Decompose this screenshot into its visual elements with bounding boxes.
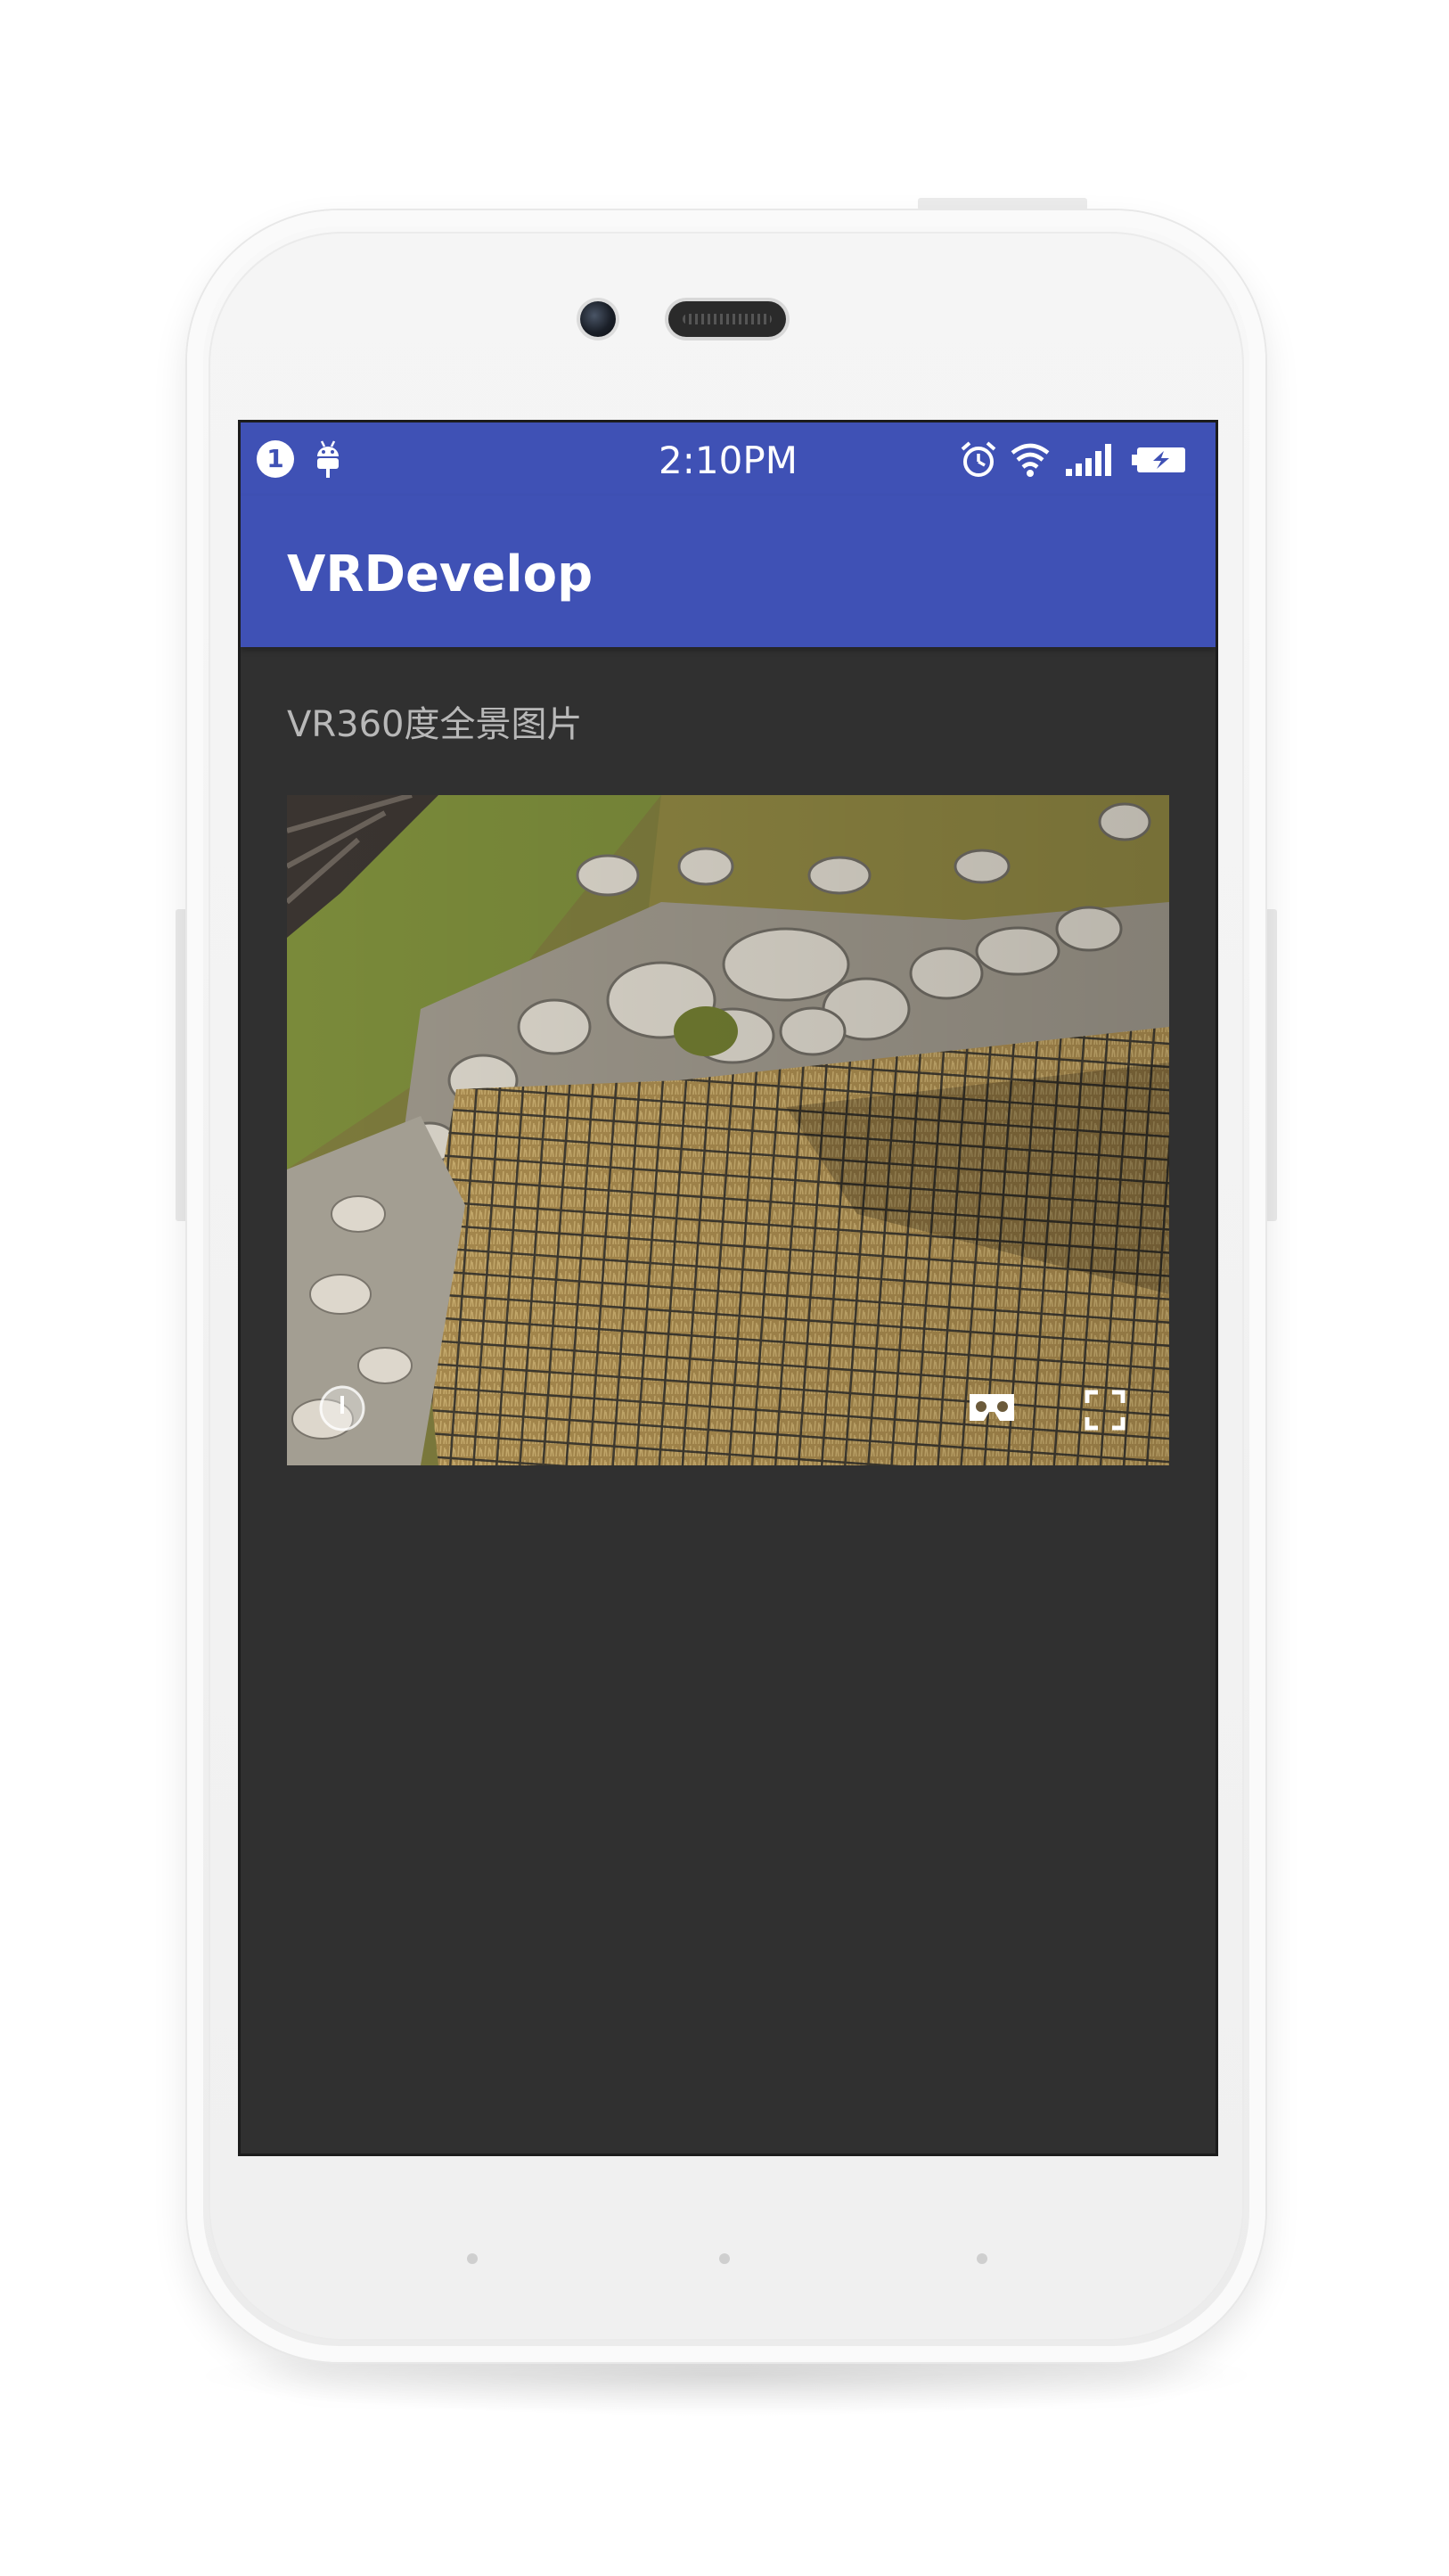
app-title: VRDevelop bbox=[287, 546, 594, 603]
status-bar: 1 2:10PM bbox=[241, 422, 1216, 496]
volume-button bbox=[176, 909, 188, 1221]
battery-charging-icon bbox=[1132, 447, 1185, 472]
cardboard-icon[interactable] bbox=[966, 1389, 1018, 1428]
nav-back-dot[interactable] bbox=[467, 2253, 478, 2264]
panorama-image bbox=[287, 795, 1169, 1465]
app-bar: VRDevelop bbox=[241, 496, 1216, 647]
panorama-view[interactable] bbox=[287, 795, 1169, 1465]
wifi-icon bbox=[1011, 443, 1050, 477]
section-label: VR360度全景图片 bbox=[287, 704, 583, 745]
compass-icon[interactable] bbox=[317, 1383, 367, 1433]
side-button bbox=[1265, 909, 1277, 1221]
signal-icon bbox=[1066, 444, 1111, 476]
device-screen: 1 2:10PM VRDevelop VR360度全景图片 bbox=[241, 422, 1216, 2154]
front-camera bbox=[580, 301, 616, 337]
fullscreen-icon[interactable] bbox=[1084, 1389, 1126, 1432]
power-button bbox=[918, 198, 1087, 210]
nav-menu-dot[interactable] bbox=[977, 2253, 987, 2264]
earpiece-speaker bbox=[668, 301, 786, 337]
alarm-icon bbox=[961, 441, 996, 477]
nav-home-dot[interactable] bbox=[719, 2253, 730, 2264]
